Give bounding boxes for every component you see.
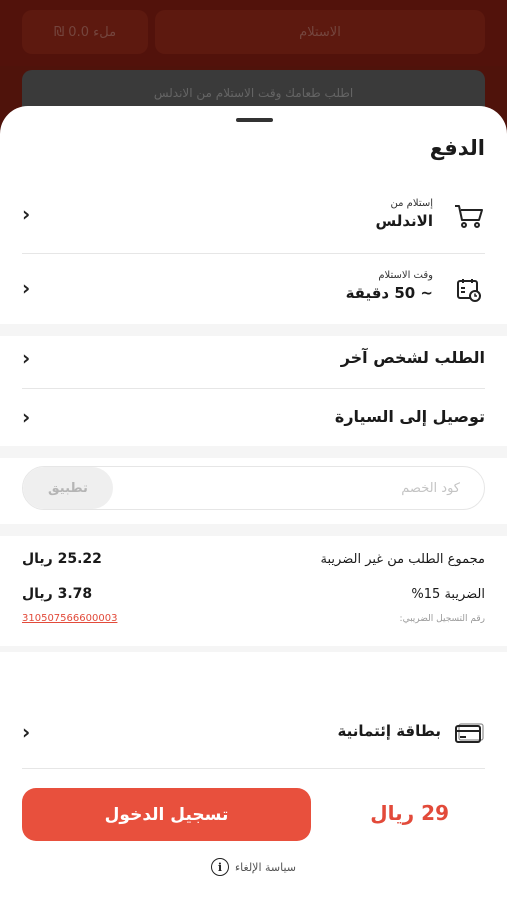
car-delivery-label: توصيل إلى السيارة xyxy=(334,407,485,426)
cancel-policy-label: سياسة الإلغاء xyxy=(235,860,297,874)
apply-coupon-button[interactable]: تطبيق xyxy=(23,467,113,509)
chevron-left-icon: ‹ xyxy=(22,720,31,744)
order-for-other-row[interactable]: الطلب لشخص آخر ‹ xyxy=(22,342,485,378)
payment-method-row[interactable]: بطاقة إئتمانية ‹ xyxy=(22,716,485,752)
chevron-left-icon: ‹ xyxy=(22,405,31,429)
chevron-left-icon: ‹ xyxy=(22,346,31,370)
pickup-location-row[interactable]: إستلام من الاندلس ‹ xyxy=(22,194,485,238)
section-gap xyxy=(0,446,507,458)
divider xyxy=(22,388,485,389)
login-button[interactable]: تسجيل الدخول xyxy=(22,788,311,841)
pickup-label: إستلام من xyxy=(390,198,433,209)
credit-card-icon xyxy=(453,718,485,750)
coupon-input[interactable] xyxy=(111,467,484,509)
divider xyxy=(22,253,485,254)
calendar-clock-icon xyxy=(453,274,485,306)
pickup-time-label: وقت الاستلام xyxy=(378,270,433,281)
divider xyxy=(22,768,485,769)
order-total: 29 ريال xyxy=(370,801,449,825)
pickup-value: الاندلس xyxy=(375,212,433,230)
info-icon: i xyxy=(211,858,229,876)
payment-method-label: بطاقة إئتمانية xyxy=(337,722,441,740)
car-delivery-row[interactable]: توصيل إلى السيارة ‹ xyxy=(22,401,485,437)
tax-label: الضريبة 15% xyxy=(411,587,485,602)
section-gap xyxy=(0,324,507,336)
checkout-sheet: الدفع إستلام من الاندلس ‹ وقت الاستلام ~… xyxy=(0,106,507,900)
pickup-time-value: ~ 50 دقيقة xyxy=(345,284,433,302)
order-for-other-label: الطلب لشخص آخر xyxy=(340,348,485,367)
tax-registration-label: رقم التسجيل الضريبي: xyxy=(399,614,485,624)
page-title: الدفع xyxy=(429,136,485,160)
chevron-left-icon: ‹ xyxy=(22,202,31,226)
coupon-field: تطبيق xyxy=(22,466,485,510)
section-gap xyxy=(0,646,507,652)
subtotal-label: مجموع الطلب من غير الضريبة xyxy=(320,552,485,567)
sheet-drag-handle[interactable] xyxy=(236,118,273,122)
subtotal-value: 25.22 ريال xyxy=(22,551,102,567)
tax-registration-number[interactable]: 310507566600003 xyxy=(22,613,117,624)
chevron-left-icon: ‹ xyxy=(22,276,31,300)
cancel-policy-link[interactable]: سياسة الإلغاء i xyxy=(0,858,507,876)
pickup-time-row[interactable]: وقت الاستلام ~ 50 دقيقة ‹ xyxy=(22,268,485,312)
cart-icon xyxy=(453,200,485,232)
tax-value: 3.78 ريال xyxy=(22,586,93,602)
section-gap xyxy=(0,524,507,536)
